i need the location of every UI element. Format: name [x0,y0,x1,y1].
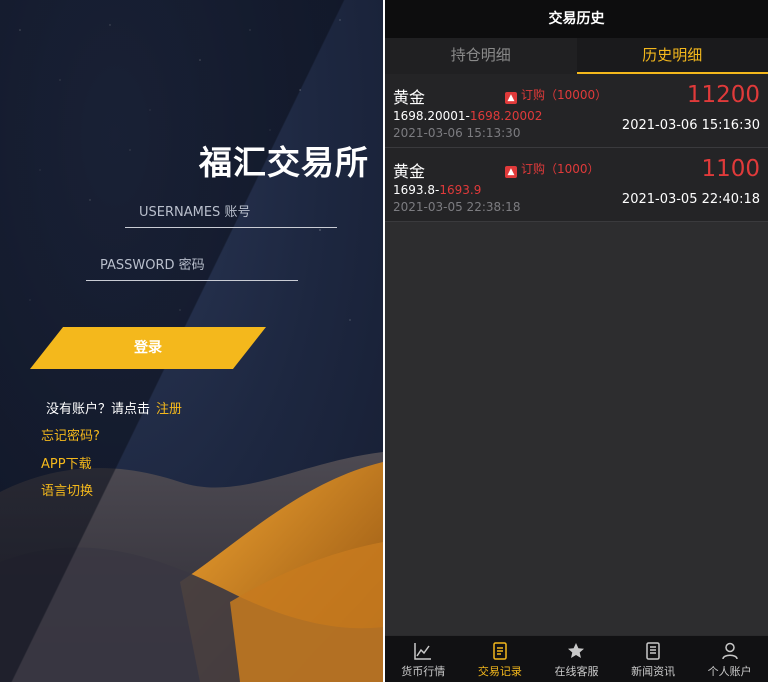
order-badge: ▲ 订购（10000） [505,86,607,104]
open-price: 1693.8 [393,183,435,197]
password-input[interactable]: PASSWORD 密码 [86,253,298,281]
product-name: 黄金 [393,88,426,107]
open-price: 1698.20001 [393,109,466,123]
news-icon [646,642,660,660]
language-switch-link[interactable]: 语言切换 [41,480,93,499]
order-badge: ▲ 订购（1000） [505,160,600,178]
login-screen: 福汇交易所 USERNAMES 账号 PASSWORD 密码 登录 没有账户？请… [0,0,383,682]
record-icon [493,642,507,660]
close-price: 1693.9 [439,183,482,197]
order-badge-text: 订购（1000） [521,162,600,176]
product-name: 黄金 [393,162,426,181]
order-badge-text: 订购（10000） [521,88,608,102]
star-icon [568,643,585,658]
close-time: 2021-03-06 15:16:30 [621,118,760,133]
nav-support-label: 在线客服 [554,665,599,678]
open-time: 2021-03-05 22:38:18 [393,200,521,214]
nav-account-label: 个人账户 [707,665,752,678]
bottom-navigation: 货币行情 交易记录 在线客服 新闻资讯 个人账户 [385,635,768,682]
list-item[interactable]: 黄金 ▲ 订购（10000） 1698.20001-1698.20002 2021… [385,74,768,148]
username-input[interactable]: USERNAMES 账号 [125,200,337,228]
nav-records[interactable]: 交易记录 [462,636,539,682]
amount: 1100 [701,156,760,182]
login-button[interactable]: 登录 [30,327,266,369]
page-title: 交易历史 [385,0,768,38]
list-item[interactable]: 黄金 ▲ 订购（1000） 1693.8-1693.9 2021-03-05 22… [385,148,768,222]
amount: 11200 [686,82,760,108]
nav-market[interactable]: 货币行情 [385,636,462,682]
nav-market-label: 货币行情 [401,665,446,678]
chart-icon [414,643,432,660]
open-time: 2021-03-06 15:13:30 [393,126,521,140]
nav-records-label: 交易记录 [477,665,522,678]
register-prompt: 没有账户？请点击 注册 [46,398,182,417]
brand-title: 福汇交易所 [199,143,369,182]
register-link[interactable]: 注册 [156,402,182,417]
tab-history[interactable]: 历史明细 [576,38,768,74]
nav-news-label: 新闻资讯 [631,665,676,678]
user-icon [721,642,738,660]
app-download-link[interactable]: APP下载 [41,453,92,472]
nav-support[interactable]: 在线客服 [538,636,615,682]
close-price: 1698.20002 [469,109,543,123]
up-arrow-icon: ▲ [505,92,517,104]
up-arrow-icon: ▲ [505,166,517,178]
close-time: 2021-03-05 22:40:18 [621,192,760,207]
nav-news[interactable]: 新闻资讯 [615,636,692,682]
trade-history-screen: 交易历史 持仓明细 历史明细 黄金 ▲ 订购（10000） 1698.20001-… [385,0,768,682]
forgot-password-link[interactable]: 忘记密码? [41,425,100,444]
no-account-text: 没有账户？请点击 [46,402,151,417]
history-tabs: 持仓明细 历史明细 [385,38,768,74]
price-range: 1698.20001-1698.20002 [393,109,543,123]
price-range: 1693.8-1693.9 [393,183,482,197]
nav-account[interactable]: 个人账户 [691,636,768,682]
tab-positions[interactable]: 持仓明细 [385,38,577,74]
